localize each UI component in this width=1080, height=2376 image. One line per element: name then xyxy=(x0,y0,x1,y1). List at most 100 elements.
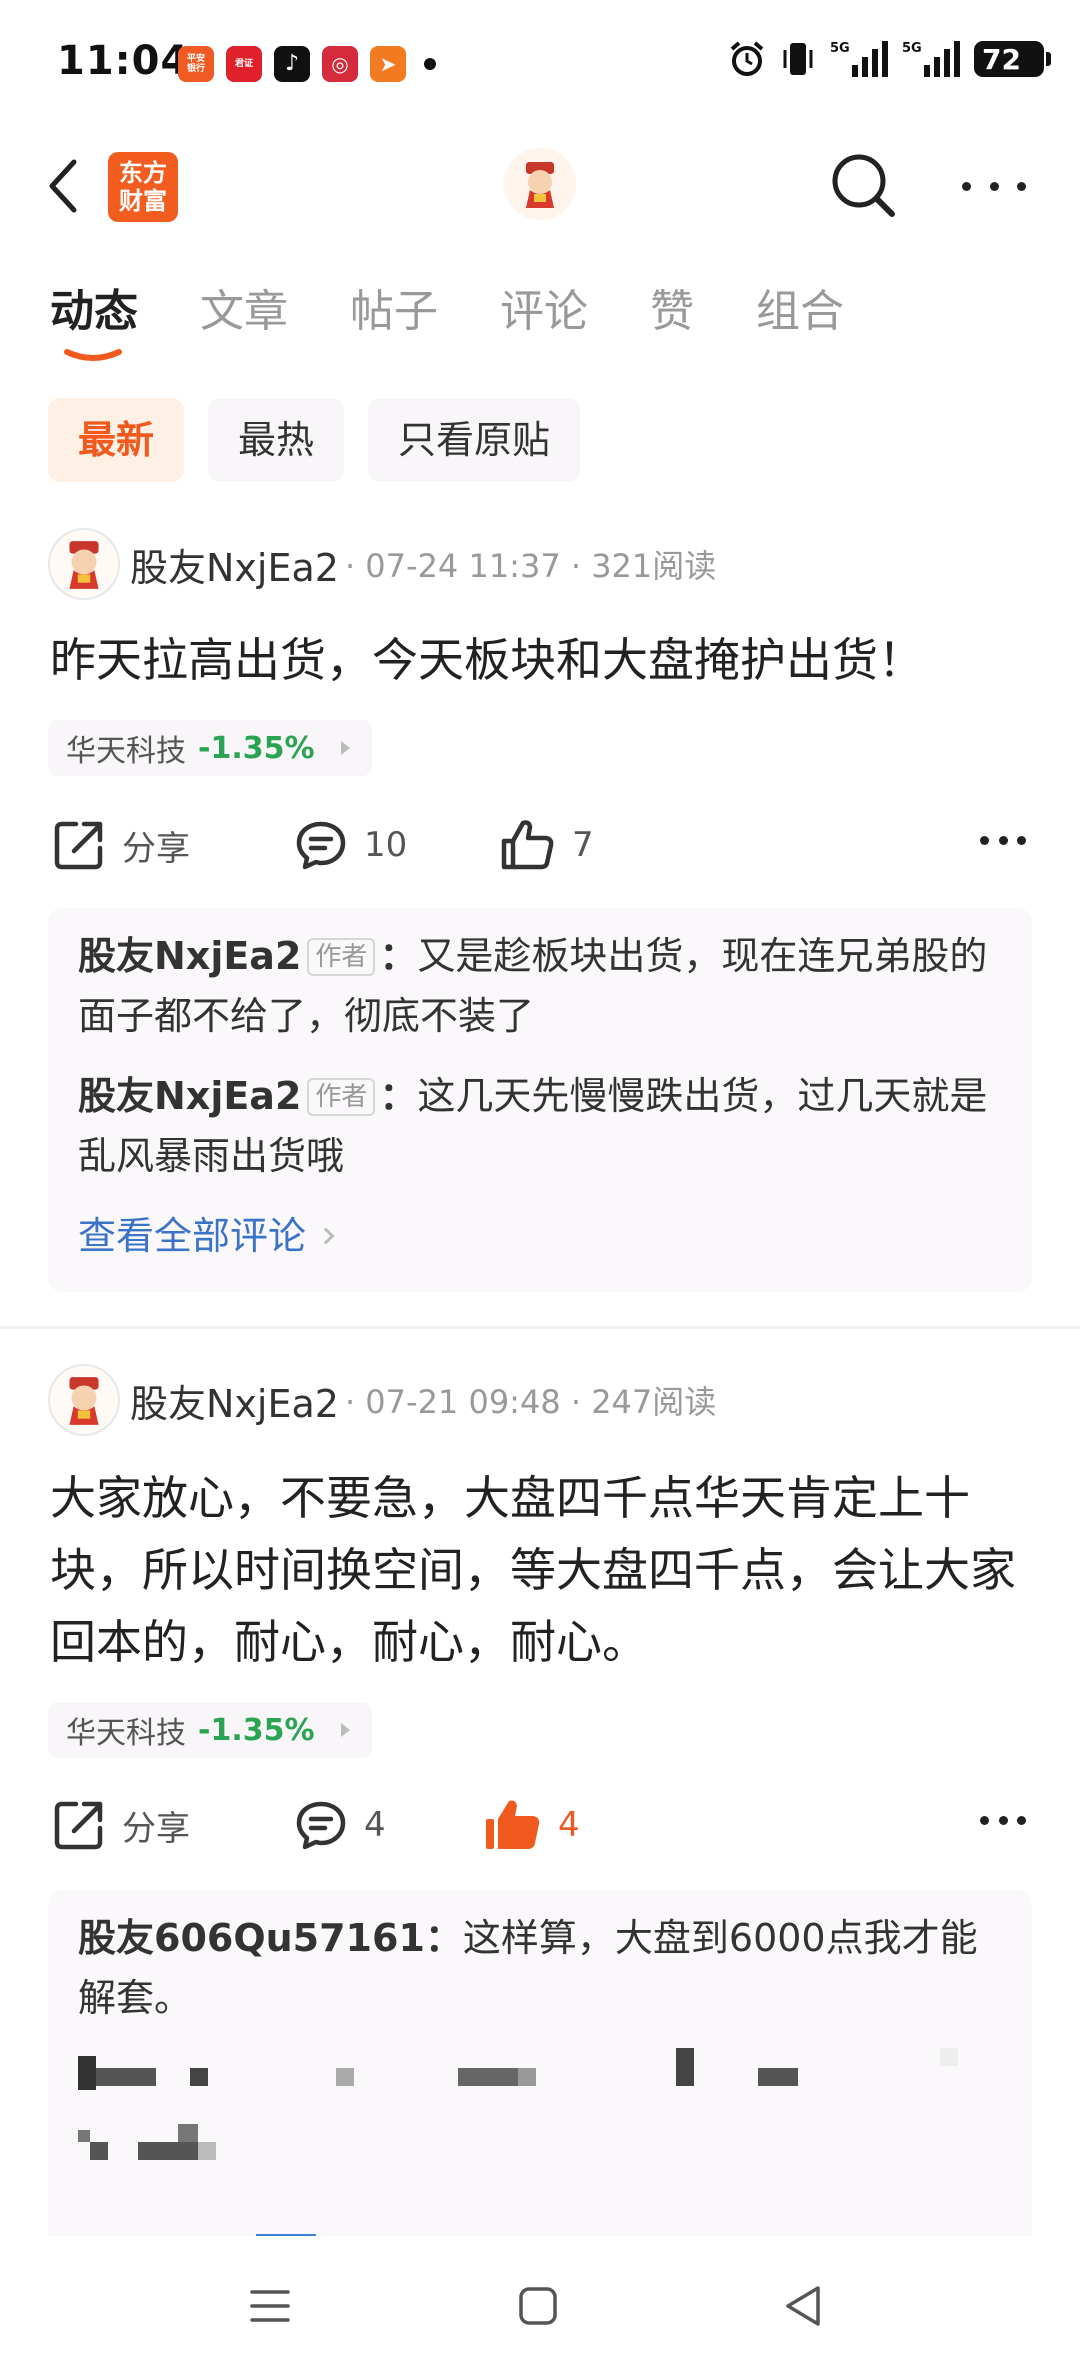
dot-icon xyxy=(980,836,989,845)
pixelated-block xyxy=(96,2068,156,2086)
alarm-icon xyxy=(730,41,764,76)
share-button[interactable]: 分享 xyxy=(52,810,190,880)
tab-posts[interactable]: 帖子 xyxy=(350,282,438,342)
comment-count: 10 xyxy=(364,825,408,865)
avatar[interactable] xyxy=(48,1364,120,1436)
more-notifications-dot-icon xyxy=(424,58,436,70)
stock-tag[interactable]: 华天科技 -1.35% xyxy=(48,1702,372,1758)
comment-bubble-icon xyxy=(296,821,346,870)
post-card[interactable]: 股友NxjEa2 · 07-21 09:48 · 247阅读 大家放心，不要急，… xyxy=(0,1364,1080,2260)
stock-name: 华天科技 xyxy=(66,1716,186,1751)
post-more-button[interactable] xyxy=(980,1816,1026,1825)
search-button[interactable] xyxy=(828,150,898,220)
thumbs-up-icon xyxy=(501,820,554,870)
post-text[interactable]: 大家放心，不要急，大盘四千点华天肯定上十块，所以时间换空间，等大盘四千点，会让大… xyxy=(50,1462,1040,1678)
filter-original-only[interactable]: 只看原贴 xyxy=(368,398,581,482)
chevron-right-icon xyxy=(340,1723,350,1737)
dot-icon xyxy=(998,836,1008,845)
redacted-comment xyxy=(78,2048,1002,2268)
view-all-comments-link[interactable]: 查看全部评论 xyxy=(78,1206,1002,1266)
comments-preview[interactable]: 股友606Qu57161：这样算，大盘到6000点我才能解套。 xyxy=(48,1890,1032,2260)
share-icon xyxy=(54,821,103,870)
pingan-bank-icon: 平安 银行 xyxy=(178,46,214,82)
post-divider xyxy=(0,1326,1080,1329)
tenpay-icon: ➤ xyxy=(370,46,406,82)
vibrate-icon xyxy=(783,43,813,75)
recent-apps-button[interactable] xyxy=(240,2276,300,2336)
dot-icon xyxy=(1017,1816,1026,1825)
post-actions: 分享 4 4 xyxy=(52,1790,1032,1860)
comment[interactable]: 股友606Qu57161：这样算，大盘到6000点我才能解套。 xyxy=(78,1908,1002,2028)
tab-comments[interactable]: 评论 xyxy=(500,282,588,342)
comment-author[interactable]: 股友NxjEa2 xyxy=(78,934,301,978)
status-bar: 11:04 平安 银行 君证 ♪ ◎ ➤ 5G 5G 72 xyxy=(0,0,1080,126)
comment-author[interactable]: 股友NxjEa2 xyxy=(78,1074,301,1118)
pixelated-block xyxy=(190,2068,208,2086)
stock-tag[interactable]: 华天科技 -1.35% xyxy=(48,720,372,776)
post-text[interactable]: 昨天拉高出货，今天板块和大盘掩护出货！ xyxy=(50,624,1040,696)
author-badge: 作者 xyxy=(307,938,376,976)
home-button[interactable] xyxy=(508,2276,568,2336)
pixelated-block xyxy=(138,2142,198,2160)
fortune-god-avatar-icon xyxy=(69,541,99,589)
comment-bubble-icon xyxy=(296,1801,346,1850)
app-header: 东方 财富 xyxy=(0,136,1080,236)
fortune-god-avatar-icon xyxy=(526,162,554,208)
tab-articles[interactable]: 文章 xyxy=(200,282,288,342)
tab-likes[interactable]: 赞 xyxy=(650,282,694,342)
post-author-row: 股友NxjEa2 · 07-24 11:37 · 321阅读 xyxy=(48,528,716,600)
pixelated-block xyxy=(458,2068,518,2086)
eastmoney-logo[interactable]: 东方 财富 xyxy=(108,152,178,222)
comment[interactable]: 股友NxjEa2 作者 ：这几天先慢慢跌出货，过几天就是乱风暴雨出货哦 xyxy=(78,1066,1002,1186)
profile-avatar[interactable] xyxy=(504,148,576,220)
stock-name: 华天科技 xyxy=(66,734,186,769)
share-button[interactable]: 分享 xyxy=(52,1790,190,1860)
comment-button[interactable]: 4 xyxy=(294,1790,386,1860)
system-icons: 5G 5G 72 xyxy=(728,40,1051,78)
back-button[interactable] xyxy=(42,154,86,218)
search-icon xyxy=(832,154,895,217)
back-triangle-icon xyxy=(786,2286,820,2326)
dot-icon xyxy=(989,181,999,191)
signal-5g-2-icon: 5G xyxy=(902,41,960,77)
comment-author[interactable]: 股友606Qu57161 xyxy=(78,1916,425,1960)
guotai-securities-icon: 君证 xyxy=(226,46,262,82)
tab-portfolios[interactable]: 组合 xyxy=(756,282,844,342)
active-tab-indicator xyxy=(64,349,122,361)
pixelated-block xyxy=(676,2048,694,2086)
author-name[interactable]: 股友NxjEa2 xyxy=(130,1373,339,1428)
status-time: 11:04 xyxy=(57,38,190,84)
like-button[interactable]: 7 xyxy=(500,810,594,880)
post-more-button[interactable] xyxy=(980,836,1026,845)
pixelated-block xyxy=(178,2124,198,2142)
pixelated-block xyxy=(758,2068,798,2086)
like-button[interactable]: 4 xyxy=(484,1790,580,1860)
profile-tabs: 动态 文章 帖子 评论 赞 组合 xyxy=(50,282,906,342)
filter-bar: 最新 最热 只看原贴 xyxy=(48,398,581,482)
notification-icons: 平安 银行 君证 ♪ ◎ ➤ xyxy=(178,46,436,82)
tab-activity[interactable]: 动态 xyxy=(50,282,138,342)
comments-preview[interactable]: 股友NxjEa2 作者 ：又是趁板块出货，现在连兄弟股的面子都不给了，彻底不装了 股… xyxy=(48,908,1032,1292)
stock-change: -1.35% xyxy=(198,1712,315,1748)
filter-latest[interactable]: 最新 xyxy=(48,398,185,482)
comment[interactable]: 股友NxjEa2 作者 ：又是趁板块出货，现在连兄弟股的面子都不给了，彻底不装了 xyxy=(78,926,1002,1046)
stock-change: -1.35% xyxy=(198,730,315,766)
dot-icon xyxy=(980,1816,989,1825)
pixelated-block xyxy=(198,2142,216,2160)
more-options-button[interactable] xyxy=(962,166,1026,206)
comment-button[interactable]: 10 xyxy=(294,810,407,880)
back-nav-button[interactable] xyxy=(774,2276,834,2336)
pixelated-block xyxy=(336,2068,354,2086)
like-count: 7 xyxy=(572,825,594,865)
dot-icon xyxy=(962,181,971,191)
filter-hottest[interactable]: 最热 xyxy=(208,398,345,482)
share-icon xyxy=(54,1801,103,1850)
battery-icon: 72 xyxy=(974,41,1051,77)
chevron-right-icon xyxy=(340,741,350,755)
post-actions: 分享 10 7 xyxy=(52,810,1032,880)
avatar[interactable] xyxy=(48,528,120,600)
signal-5g-1-icon: 5G xyxy=(830,41,888,77)
post-card[interactable]: 股友NxjEa2 · 07-24 11:37 · 321阅读 昨天拉高出货，今天… xyxy=(0,528,1080,1298)
boc-icon: ◎ xyxy=(322,46,358,82)
author-name[interactable]: 股友NxjEa2 xyxy=(130,537,339,592)
